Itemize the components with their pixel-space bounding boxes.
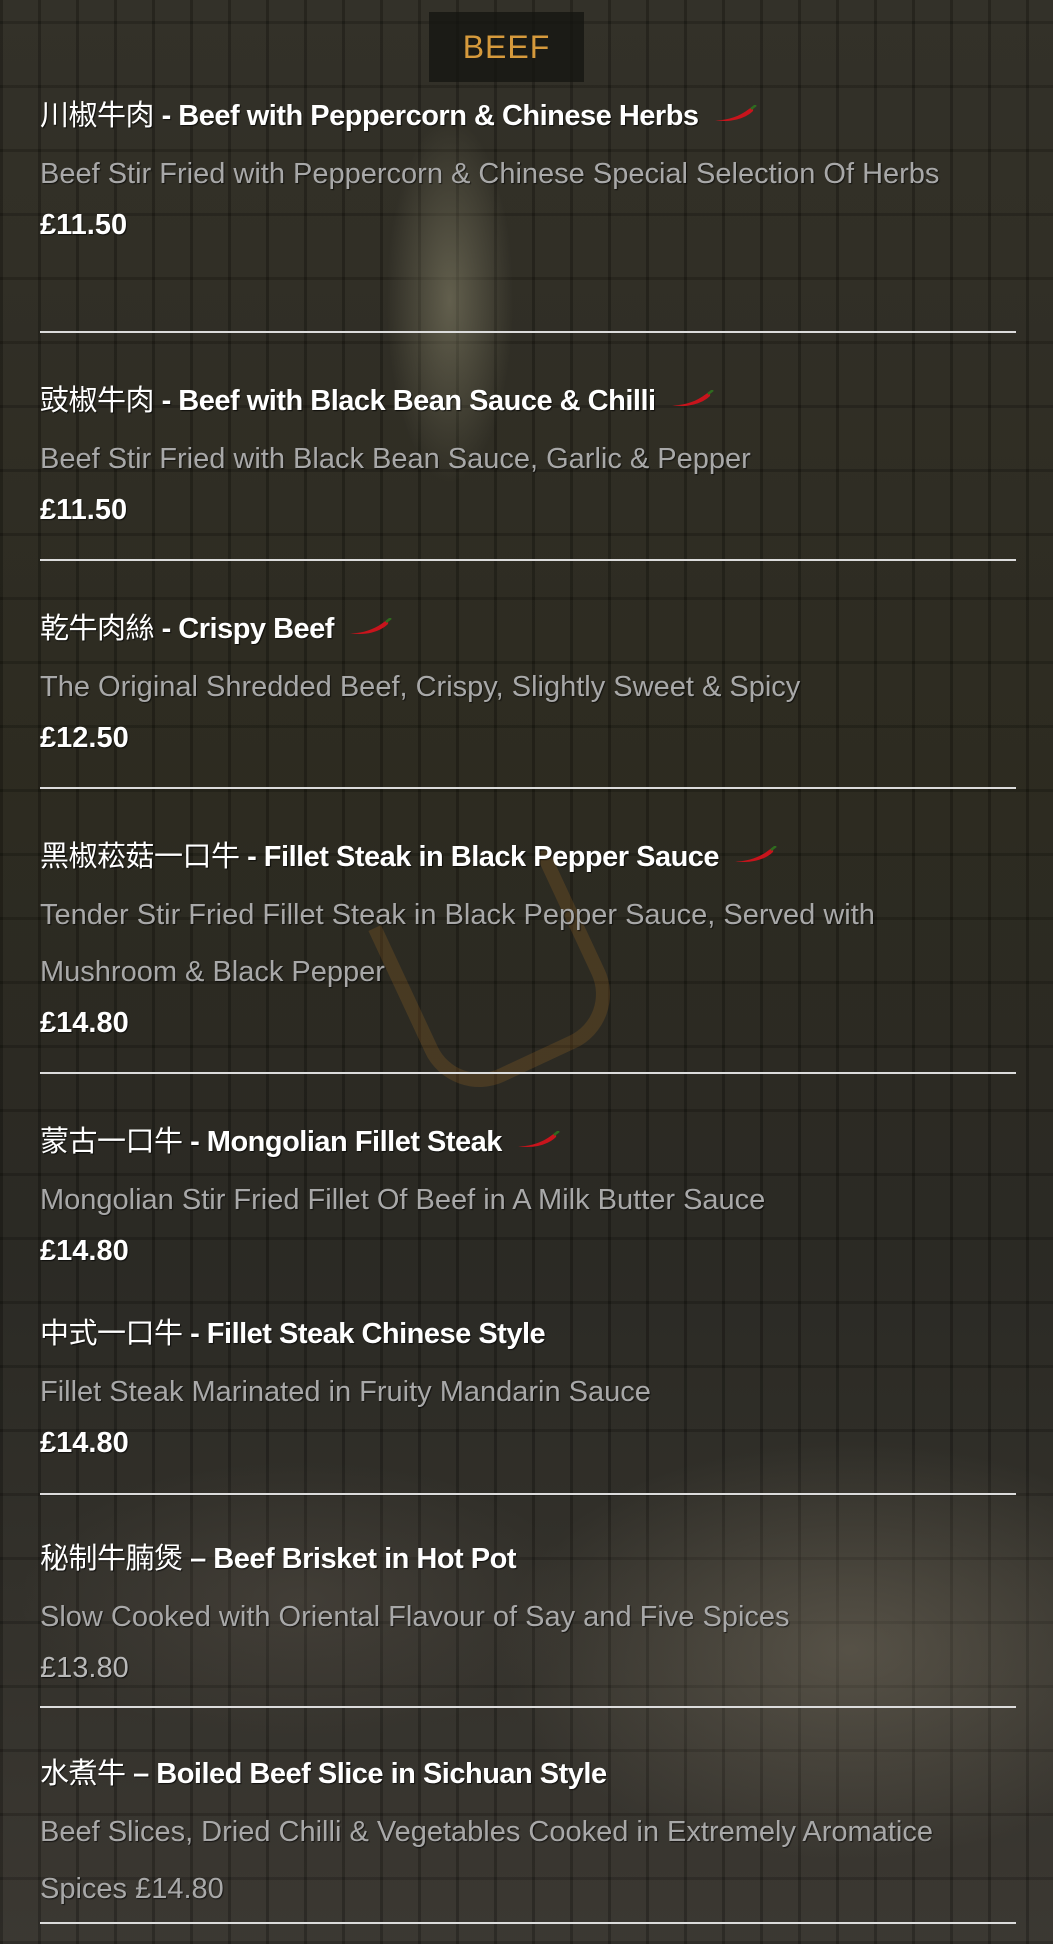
chili-icon (349, 618, 392, 635)
menu-item-title: 乾牛肉絲 - Crispy Beef (40, 605, 1015, 647)
menu-item: 中式一口牛 - Fillet Steak Chinese Style Fille… (40, 1310, 1015, 1460)
menu-item-title: 水煮牛 – Boiled Beef Slice in Sichuan Style (40, 1750, 1015, 1792)
divider (40, 1706, 1016, 1708)
divider (40, 1493, 1016, 1495)
menu-item-title: 川椒牛肉 - Beef with Peppercorn & Chinese He… (40, 92, 1015, 134)
menu-item-chinese-name: 中式一口牛 (40, 1316, 183, 1350)
menu-item-description: Slow Cooked with Oriental Flavour of Say… (40, 1601, 790, 1633)
divider (40, 1922, 1016, 1924)
menu-item: 水煮牛 – Boiled Beef Slice in Sichuan Style… (40, 1750, 1015, 1918)
menu-item-title: 中式一口牛 - Fillet Steak Chinese Style (40, 1310, 1015, 1352)
menu-item-chinese-name: 秘制牛腩煲 (40, 1541, 183, 1575)
menu-item: 乾牛肉絲 - Crispy Beef The Original Shredded… (40, 605, 1015, 755)
menu-item-price: £12.50 (40, 722, 129, 754)
menu-item-title: 秘制牛腩煲 – Beef Brisket in Hot Pot (40, 1535, 1015, 1577)
menu-item-title: 豉椒牛肉 - Beef with Black Bean Sauce & Chil… (40, 377, 1015, 419)
menu-item: 秘制牛腩煲 – Beef Brisket in Hot Pot Slow Coo… (40, 1535, 1015, 1685)
menu-item-chinese-name: 蒙古一口牛 (40, 1124, 183, 1158)
menu-item-chinese-name: 黑椒菘菇一口牛 (40, 839, 240, 873)
menu-item-chinese-name: 豉椒牛肉 (40, 383, 155, 417)
menu-item-chinese-name: 乾牛肉絲 (40, 611, 155, 645)
menu-item-price: £13.80 (40, 1652, 129, 1684)
menu-item: 黑椒菘菇一口牛 - Fillet Steak in Black Pepper S… (40, 833, 1015, 1040)
menu-item-separator: - (154, 100, 179, 132)
menu-item: 川椒牛肉 - Beef with Peppercorn & Chinese He… (40, 92, 1015, 242)
menu-item-price: £11.50 (40, 494, 128, 526)
menu-item-price: £14.80 (40, 1427, 129, 1459)
divider (40, 1072, 1016, 1074)
divider (40, 559, 1016, 561)
menu-item-separator: - (154, 385, 179, 417)
menu-item-separator: – (125, 1758, 157, 1790)
menu-item-description: Beef Stir Fried with Black Bean Sauce, G… (40, 443, 751, 475)
menu-item-description: Beef Slices, Dried Chilli & Vegetables C… (40, 1816, 933, 1905)
menu-item-separator: - (239, 841, 264, 873)
chili-icon (517, 1131, 560, 1148)
chili-icon (714, 105, 757, 122)
menu-item: 蒙古一口牛 - Mongolian Fillet Steak Mongolian… (40, 1118, 1015, 1268)
menu-item-description: Mongolian Stir Fried Fillet Of Beef in A… (40, 1184, 766, 1216)
menu-item-separator: - (154, 613, 179, 645)
menu-item-separator: - (182, 1126, 207, 1158)
menu-item-english-name: Beef with Peppercorn & Chinese Herbs (178, 100, 699, 132)
menu-item-english-name: Beef with Black Bean Sauce & Chilli (178, 385, 656, 417)
menu-item-english-name: Beef Brisket in Hot Pot (213, 1543, 516, 1575)
menu-item-english-name: Fillet Steak Chinese Style (206, 1318, 546, 1350)
chili-icon (671, 390, 714, 407)
menu-item-separator: - (182, 1318, 207, 1350)
menu-item-english-name: Crispy Beef (178, 613, 334, 645)
menu-item-price: £14.80 (40, 1235, 129, 1267)
section-title: BEEF (429, 12, 584, 82)
menu-item-description: Beef Stir Fried with Peppercorn & Chines… (40, 158, 940, 190)
menu-item-title: 黑椒菘菇一口牛 - Fillet Steak in Black Pepper S… (40, 833, 1015, 875)
menu-item-description: Fillet Steak Marinated in Fruity Mandari… (40, 1376, 651, 1408)
menu-item-separator: – (182, 1543, 214, 1575)
menu-item-chinese-name: 水煮牛 (40, 1756, 126, 1790)
menu-item-price: £11.50 (40, 209, 128, 241)
menu-item-chinese-name: 川椒牛肉 (40, 98, 155, 132)
menu-item-english-name: Mongolian Fillet Steak (206, 1126, 503, 1158)
divider (40, 331, 1016, 333)
menu-item-description: Tender Stir Fried Fillet Steak in Black … (40, 899, 875, 988)
menu-item-english-name: Fillet Steak in Black Pepper Sauce (263, 841, 720, 873)
menu-item-price: £14.80 (40, 1007, 129, 1039)
chili-icon (735, 846, 777, 863)
menu-item-description: The Original Shredded Beef, Crispy, Slig… (40, 671, 801, 703)
divider (40, 787, 1016, 789)
menu-item-title: 蒙古一口牛 - Mongolian Fillet Steak (40, 1118, 1015, 1160)
menu-page: BEEF 川椒牛肉 - Beef with Peppercorn & Chine… (0, 0, 1053, 1944)
menu-item: 豉椒牛肉 - Beef with Black Bean Sauce & Chil… (40, 377, 1015, 527)
menu-item-english-name: Boiled Beef Slice in Sichuan Style (156, 1758, 607, 1790)
